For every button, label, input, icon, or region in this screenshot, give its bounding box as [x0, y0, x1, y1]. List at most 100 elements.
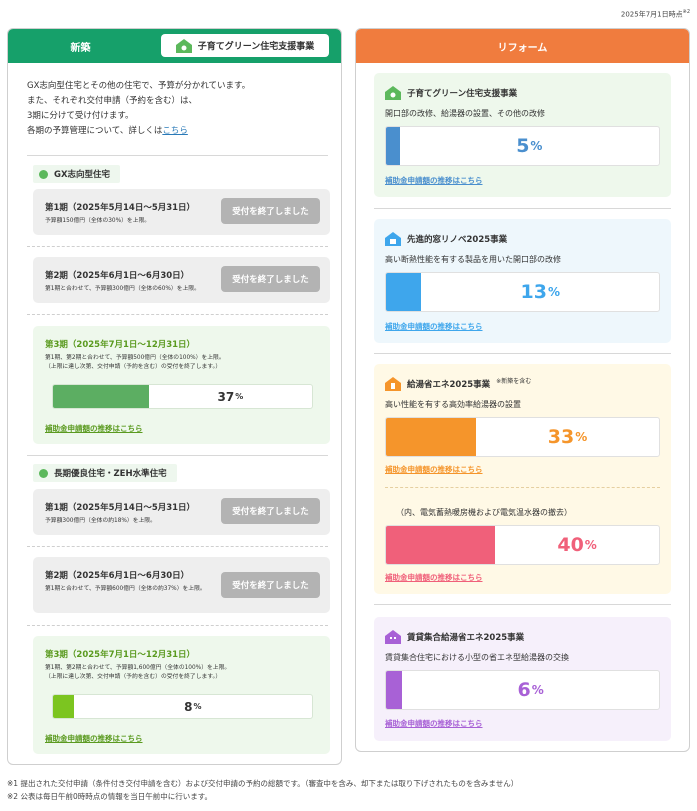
progress-percent: 33%: [476, 418, 659, 456]
progress-fill: [386, 526, 496, 564]
chintai-progress-bar: 6%: [385, 670, 660, 710]
closed-status-button: 受付を終了しました: [221, 198, 320, 224]
period-title: 第2期（2025年6月1日～6月30日）: [45, 571, 190, 581]
progress-percent: 40%: [495, 526, 659, 564]
period-note: 第1期、第2期と合わせて、予算額1,600億円（全体の100%）を上限。 （上限…: [45, 664, 315, 682]
new-build-title: 新築: [70, 42, 91, 54]
reform-card: リフォーム 子育てグリーン住宅支援事業 開口部の改修、給湯器の設置、その他の改修…: [355, 28, 690, 752]
intro-prefix: 各期の予算管理について、詳しくは: [27, 126, 163, 136]
progress-fill: [386, 671, 403, 709]
intro-text: GX志向型住宅とその他の住宅で、予算が分かれています。 また、それぞれ交付申請（…: [27, 79, 327, 139]
closed-status-button: 受付を終了しました: [221, 498, 320, 524]
as-of-text: 2025年7月1日時点: [620, 10, 683, 19]
new-build-card: 新築 子育てグリーン住宅支援事業 GX志向型住宅とその他の住宅で、予算が分かれて…: [7, 28, 342, 765]
gx-section-label-text: GX志向型住宅: [54, 170, 111, 180]
dashed-divider: [27, 625, 328, 626]
divider: [374, 353, 671, 354]
percent-value: 13: [520, 281, 547, 303]
progress-fill: [53, 695, 74, 718]
intro-line: 3期に分けて受け付けます。: [27, 111, 134, 121]
divider: [374, 604, 671, 605]
intro-line: GX志向型住宅とその他の住宅で、予算が分かれています。: [27, 81, 251, 91]
block-note: ※新築を含む: [496, 377, 532, 385]
percent-value: 37: [217, 389, 235, 404]
program-badge-label: 子育てグリーン住宅支援事業: [197, 42, 315, 52]
period-title: 第3期（2025年7月1日～12月31日）: [45, 340, 196, 350]
period-note-line: 第1期、第2期と合わせて、予算額1,600億円（全体の100%）を上限。: [45, 665, 231, 671]
period-note-line: （上限に達し次第、交付申請（予約を含む）の受付を終了します。）: [45, 674, 222, 680]
percent-unit: %: [193, 702, 202, 711]
zeh-section-label-text: 長期優良住宅・ZEH水準住宅: [54, 469, 167, 479]
zeh-period-2: 第2期（2025年6月1日～6月30日） 第1期と合わせて、予算額600億円（全…: [33, 557, 330, 613]
percent-value: 8: [184, 699, 193, 714]
block-title: 賃貸集合給湯省エネ2025事業: [385, 630, 524, 644]
block-desc: 賃貸集合住宅における小型の省エネ型給湯器の交換: [385, 653, 569, 662]
block-title-text: 子育てグリーン住宅支援事業: [407, 89, 518, 99]
closed-status-button: 受付を終了しました: [221, 266, 320, 292]
program-badge: 子育てグリーン住宅支援事業: [161, 34, 329, 57]
percent-unit: %: [235, 392, 244, 401]
zeh-progress-bar: 8%: [52, 694, 313, 719]
progress-percent: 5%: [400, 127, 659, 165]
chintai-trend-link[interactable]: 補助金申請額の推移はこちら: [385, 718, 483, 729]
block-title-text: 先進的窓リノベ2025事業: [407, 235, 508, 245]
footnote-1: ※1 提出された交付申請（条件付き交付申請を含む）および交付申請の予約の総額です…: [7, 779, 519, 788]
gx-period-2: 第2期（2025年6月1日～6月30日） 第1期と合わせて、予算額300億円（全…: [33, 257, 330, 303]
footnotes: ※1 提出された交付申請（条件付き交付申請を含む）および交付申請の予約の総額です…: [7, 777, 518, 803]
water-heater-house-icon: [385, 377, 401, 391]
percent-unit: %: [530, 139, 543, 153]
green-house-icon: [385, 86, 401, 100]
period-note-line: 第1期、第2期と合わせて、予算額500億円（全体の100%）を上限。: [45, 355, 225, 361]
reform-header: リフォーム: [356, 29, 689, 63]
block-desc: 高い性能を有する高効率給湯器の設置: [385, 400, 521, 409]
zeh-trend-link[interactable]: 補助金申請額の推移はこちら: [45, 733, 143, 744]
dashed-divider: [27, 314, 328, 315]
block-title-text: 給湯省エネ2025事業: [407, 380, 491, 390]
kosodate-trend-link[interactable]: 補助金申請額の推移はこちら: [385, 175, 483, 186]
gx-progress-bar: 37%: [52, 384, 313, 409]
new-build-header: 新築 子育てグリーン住宅支援事業: [8, 29, 341, 63]
period-title: 第2期（2025年6月1日～6月30日）: [45, 271, 190, 281]
divider: [27, 155, 328, 156]
zeh-period-3: 第3期（2025年7月1日～12月31日） 第1期、第2期と合わせて、予算額1,…: [33, 636, 330, 754]
kyuto-sub-progress-bar: 40%: [385, 525, 660, 565]
period-note: 第1期、第2期と合わせて、予算額500億円（全体の100%）を上限。 （上限に達…: [45, 354, 315, 372]
gx-trend-link[interactable]: 補助金申請額の推移はこちら: [45, 423, 143, 434]
dashed-divider: [27, 246, 328, 247]
budget-details-link[interactable]: こちら: [162, 126, 188, 136]
period-title: 第1期（2025年5月14日～5月31日）: [45, 503, 196, 513]
mado-progress-bar: 13%: [385, 272, 660, 312]
mado-reno-block: 先進的窓リノベ2025事業 高い断熱性能を有する製品を用いた開口部の改修 13%…: [374, 219, 671, 343]
apartment-house-icon: [385, 630, 401, 644]
progress-percent: 8%: [74, 695, 312, 718]
percent-value: 5: [516, 135, 530, 157]
gx-period-3: 第3期（2025年7月1日～12月31日） 第1期、第2期と合わせて、予算額50…: [33, 326, 330, 444]
green-house-icon: [175, 38, 192, 53]
zeh-period-1: 第1期（2025年5月14日～5月31日） 予算額300億円（全体の約18%）を…: [33, 489, 330, 535]
percent-unit: %: [531, 683, 544, 697]
kosodate-progress-bar: 5%: [385, 126, 660, 166]
percent-unit: %: [575, 430, 588, 444]
percent-value: 33: [547, 426, 575, 448]
period-note: 予算額300億円（全体の約18%）を上限。: [45, 518, 156, 524]
period-note: 予算額150億円（全体の30%）を上限。: [45, 218, 151, 224]
period-title: 第3期（2025年7月1日～12月31日）: [45, 650, 196, 660]
dashed-divider: [385, 487, 660, 488]
dashed-divider: [27, 546, 328, 547]
block-title: 先進的窓リノベ2025事業: [385, 232, 507, 246]
closed-status-button: 受付を終了しました: [221, 572, 320, 598]
kyuto-trend-link[interactable]: 補助金申請額の推移はこちら: [385, 464, 483, 475]
progress-fill: [386, 127, 400, 165]
percent-unit: %: [584, 538, 597, 552]
progress-fill: [386, 273, 422, 311]
mado-trend-link[interactable]: 補助金申請額の推移はこちら: [385, 321, 483, 332]
green-dot-icon: [39, 468, 48, 478]
as-of-date: 2025年7月1日時点※2: [621, 9, 690, 19]
divider: [27, 455, 328, 456]
period-title: 第1期（2025年5月14日～5月31日）: [45, 203, 196, 213]
kyuto-sub-trend-link[interactable]: 補助金申請額の推移はこちら: [385, 572, 483, 583]
chintai-kyuto-block: 賃貸集合給湯省エネ2025事業 賃貸集合住宅における小型の省エネ型給湯器の交換 …: [374, 617, 671, 741]
green-dot-icon: [39, 169, 48, 179]
progress-fill: [386, 418, 477, 456]
percent-unit: %: [547, 285, 560, 299]
